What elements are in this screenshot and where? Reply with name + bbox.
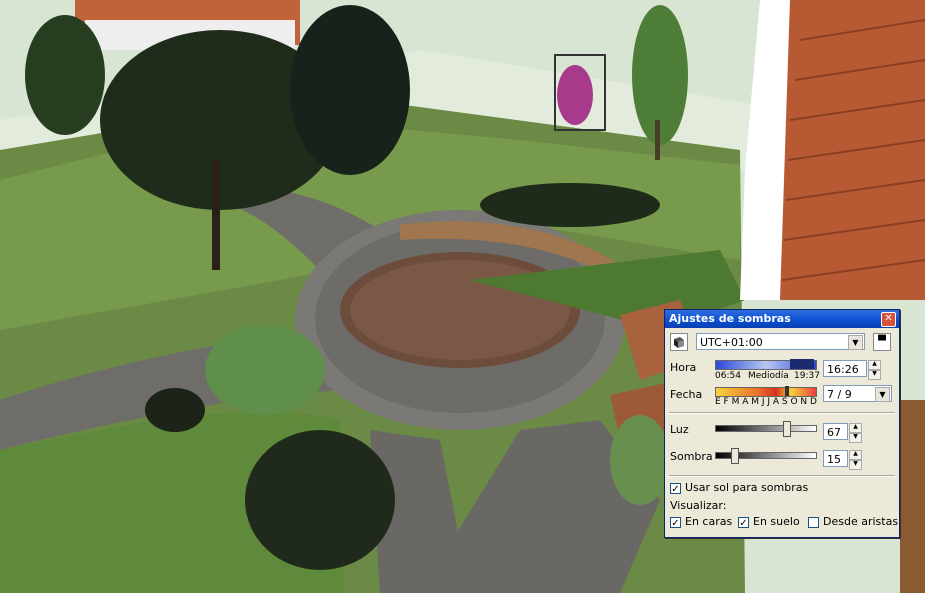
fecha-value: 7 / 9 <box>827 388 852 401</box>
visualizar-label: Visualizar: <box>670 499 727 512</box>
timezone-select[interactable]: UTC+01:00 ▼ <box>696 333 865 350</box>
separator <box>669 475 895 477</box>
sombra-label: Sombra <box>670 450 713 463</box>
en-caras-label: En caras <box>685 515 733 528</box>
desde-aristas-checkbox[interactable]: Desde aristas <box>808 515 898 528</box>
timezone-value: UTC+01:00 <box>700 336 763 349</box>
fecha-select[interactable]: 7 / 9 ▼ <box>823 385 892 402</box>
en-suelo-checkbox[interactable]: ✓ En suelo <box>738 515 800 529</box>
fecha-label: Fecha <box>670 388 703 401</box>
luz-slider-thumb[interactable] <box>783 421 791 437</box>
close-button[interactable]: ✕ <box>881 312 896 327</box>
hora-spinner[interactable]: ▲ ▼ <box>868 360 881 380</box>
use-sun-checkbox[interactable]: ✓ Usar sol para sombras <box>670 481 809 495</box>
fecha-slider[interactable] <box>715 386 817 397</box>
sombra-value: 15 <box>827 453 841 466</box>
sombra-spinner[interactable]: ▲ ▼ <box>849 450 862 470</box>
hora-label: Hora <box>670 361 697 374</box>
chevron-down-icon[interactable]: ▼ <box>848 335 863 350</box>
luz-spinner[interactable]: ▲ ▼ <box>849 423 862 443</box>
fecha-months-label: E F M A M J J A S O N D <box>715 397 817 407</box>
fecha-slider-thumb[interactable] <box>785 386 789 396</box>
hora-input[interactable]: 16:26 <box>823 360 867 377</box>
luz-slider[interactable] <box>715 421 817 437</box>
separator <box>669 412 895 414</box>
shadow-settings-dialog: Ajustes de sombras ✕ UTC+01:00 ▼ ▀ Hora … <box>664 309 900 538</box>
chevron-down-icon[interactable]: ▼ <box>875 387 890 402</box>
sombra-slider[interactable] <box>715 448 817 464</box>
luz-label: Luz <box>670 423 689 436</box>
dialog-title: Ajustes de sombras <box>669 312 791 325</box>
en-caras-checkbox[interactable]: ✓ En caras <box>670 515 733 529</box>
hora-slider[interactable] <box>715 359 817 370</box>
desde-aristas-label: Desde aristas <box>823 515 899 528</box>
hora-slider-thumb[interactable] <box>790 359 814 369</box>
sombra-slider-thumb[interactable] <box>731 448 739 464</box>
hora-mid-label: Mediodía <box>748 371 789 381</box>
luz-value: 67 <box>827 426 841 439</box>
sombra-input[interactable]: 15 <box>823 450 848 467</box>
luz-input[interactable]: 67 <box>823 423 848 440</box>
dialog-titlebar[interactable]: Ajustes de sombras ✕ <box>665 310 899 328</box>
en-suelo-label: En suelo <box>753 515 800 528</box>
expand-panel-button[interactable]: ▀ <box>873 333 891 351</box>
checkbox-box[interactable]: ✓ <box>670 516 681 529</box>
hora-value: 16:26 <box>827 363 859 376</box>
hora-start-label: 06:54 <box>715 371 741 381</box>
use-sun-label: Usar sol para sombras <box>685 481 809 494</box>
shadow-toggle-button[interactable] <box>670 333 688 351</box>
collapse-icon: ▀ <box>878 336 886 347</box>
close-icon: ✕ <box>884 313 893 324</box>
checkbox-box[interactable]: ✓ <box>670 482 681 495</box>
hora-end-label: 19:37 <box>794 371 820 381</box>
checkbox-box[interactable] <box>808 516 819 528</box>
cube-shadow-icon <box>674 337 684 348</box>
checkbox-box[interactable]: ✓ <box>738 516 749 529</box>
